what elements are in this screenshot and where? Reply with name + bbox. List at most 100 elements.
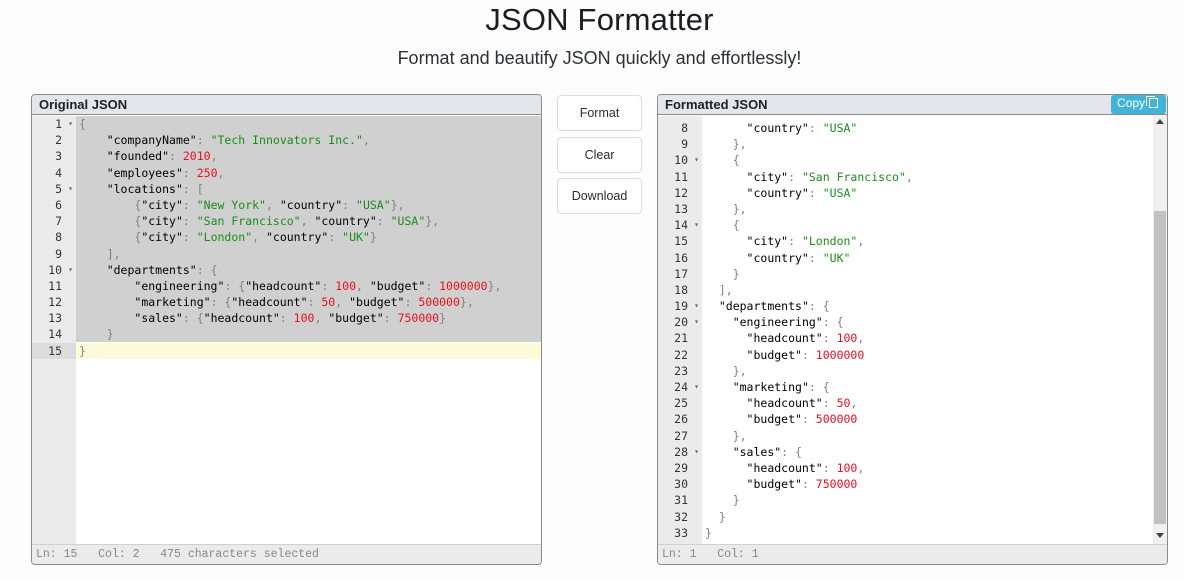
code-line[interactable]: "locations": [ — [76, 181, 541, 197]
code-line[interactable]: ], — [702, 282, 1167, 298]
line-number: 33 — [674, 525, 688, 540]
code-line[interactable]: "budget": 750000 — [702, 476, 1167, 492]
code-line[interactable]: "engineering": {"headcount": 100, "budge… — [76, 278, 541, 294]
scroll-up-arrow-icon[interactable] — [1156, 119, 1164, 124]
code-line[interactable]: { — [76, 116, 541, 132]
code-line[interactable]: "headcount": 100, — [702, 330, 1167, 346]
scrollbar-thumb[interactable] — [1154, 211, 1166, 524]
line-number[interactable]: 28 — [658, 444, 702, 460]
line-number: 6 — [55, 197, 62, 212]
formatted-json-title: Formatted JSON — [665, 97, 768, 112]
code-line[interactable]: "sales": {"headcount": 100, "budget": 75… — [76, 310, 541, 326]
original-json-panel: Original JSON 123456789101112131415 { "c… — [31, 94, 542, 565]
code-line[interactable]: } — [702, 492, 1167, 508]
line-number[interactable]: 19 — [658, 298, 702, 314]
line-number[interactable]: 20 — [658, 314, 702, 330]
code-line[interactable]: "country": "USA" — [702, 120, 1167, 136]
code-line[interactable]: "budget": 1000000 — [702, 347, 1167, 363]
code-line[interactable]: }, — [702, 201, 1167, 217]
line-number-gutter: 123456789101112131415 — [32, 116, 76, 544]
copy-label: Copy — [1117, 96, 1146, 110]
page-title: JSON Formatter — [485, 2, 714, 37]
formatted-status-bar: Ln: 1 Col: 1 — [658, 544, 1167, 564]
code-line[interactable]: } — [702, 266, 1167, 282]
page-subtitle: Format and beautify JSON quickly and eff… — [397, 48, 802, 68]
formatted-json-editor[interactable]: 8 910111213141516171819202122232425262728… — [658, 116, 1167, 544]
line-number: 31 — [674, 493, 688, 508]
code-line[interactable]: "marketing": {"headcount": 50, "budget":… — [76, 294, 541, 310]
line-number: 15 — [32, 342, 76, 359]
code-line[interactable]: } — [76, 342, 541, 359]
line-number: 13 — [48, 311, 62, 326]
line-number: 12 — [674, 185, 688, 200]
code-line[interactable]: "country": "USA" — [702, 185, 1167, 201]
line-number[interactable]: 10 — [658, 152, 702, 168]
line-number: 30 — [674, 477, 688, 492]
code-area[interactable]: { "companyName": "Tech Innovators Inc.",… — [76, 116, 541, 544]
code-line[interactable]: ], — [76, 246, 541, 262]
line-number: 12 — [48, 295, 62, 310]
line-number: 9 — [55, 246, 62, 261]
code-line[interactable]: "city": "London", — [702, 233, 1167, 249]
line-number[interactable]: 5 — [32, 181, 76, 197]
code-line[interactable]: { — [702, 217, 1167, 233]
copy-button[interactable]: Copy — [1111, 95, 1166, 114]
line-number: 3 — [55, 149, 62, 164]
line-number: 11 — [674, 169, 688, 184]
code-line[interactable]: } — [702, 509, 1167, 525]
line-number[interactable]: 14 — [658, 217, 702, 233]
code-line[interactable]: } — [76, 326, 541, 342]
formatted-json-header: Formatted JSON Copy — [658, 95, 1167, 115]
line-number: 21 — [674, 331, 688, 346]
line-number[interactable]: 24 — [658, 379, 702, 395]
line-number-gutter: 8 910111213141516171819202122232425262728… — [658, 116, 702, 544]
code-line[interactable]: "departments": { — [702, 298, 1167, 314]
line-number: 4 — [55, 165, 62, 180]
code-line[interactable]: "budget": 500000 — [702, 411, 1167, 427]
line-number: 26 — [674, 412, 688, 427]
line-number: 16 — [674, 250, 688, 265]
code-line[interactable]: }, — [702, 363, 1167, 379]
scroll-down-arrow-icon[interactable] — [1156, 533, 1164, 538]
code-line[interactable]: "founded": 2010, — [76, 148, 541, 164]
line-number: 13 — [674, 201, 688, 216]
code-line[interactable]: "companyName": "Tech Innovators Inc.", — [76, 132, 541, 148]
code-line[interactable]: }, — [702, 136, 1167, 152]
line-number: 18 — [674, 282, 688, 297]
line-number: 25 — [674, 396, 688, 411]
code-line[interactable]: {"city": "London", "country": "UK"} — [76, 229, 541, 245]
line-number: 8 — [55, 230, 62, 245]
line-number: 15 — [674, 234, 688, 249]
code-line[interactable]: { — [702, 152, 1167, 168]
line-number: 32 — [674, 509, 688, 524]
original-status-bar: Ln: 15 Col: 2 475 characters selected — [32, 544, 541, 564]
code-line[interactable]: "marketing": { — [702, 379, 1167, 395]
format-button[interactable]: Format — [557, 95, 642, 131]
original-json-editor[interactable]: 123456789101112131415 { "companyName": "… — [32, 116, 541, 544]
line-number: 9 — [681, 137, 688, 152]
line-number[interactable]: 10 — [32, 262, 76, 278]
download-button[interactable]: Download — [557, 178, 642, 214]
code-line[interactable]: "city": "San Francisco", — [702, 169, 1167, 185]
code-line[interactable]: } — [702, 525, 1167, 541]
vertical-scrollbar[interactable] — [1153, 116, 1167, 544]
line-number: 17 — [674, 266, 688, 281]
line-number[interactable]: 1 — [32, 116, 76, 132]
line-number: 2 — [55, 133, 62, 148]
code-line[interactable]: {"city": "New York", "country": "USA"}, — [76, 197, 541, 213]
line-number: 7 — [55, 214, 62, 229]
code-line[interactable]: "engineering": { — [702, 314, 1167, 330]
line-number: 22 — [674, 347, 688, 362]
code-line[interactable]: "headcount": 100, — [702, 460, 1167, 476]
code-line[interactable]: {"city": "San Francisco", "country": "US… — [76, 213, 541, 229]
code-line[interactable]: }, — [702, 428, 1167, 444]
line-number: 29 — [674, 460, 688, 475]
code-line[interactable]: "departments": { — [76, 262, 541, 278]
clear-button[interactable]: Clear — [557, 137, 642, 173]
code-area[interactable]: "country": "USA" }, { "city": "San Franc… — [702, 116, 1167, 544]
code-line[interactable]: "headcount": 50, — [702, 395, 1167, 411]
code-line[interactable]: "sales": { — [702, 444, 1167, 460]
code-line[interactable]: "employees": 250, — [76, 165, 541, 181]
copy-icon — [1146, 96, 1159, 108]
code-line[interactable]: "country": "UK" — [702, 250, 1167, 266]
